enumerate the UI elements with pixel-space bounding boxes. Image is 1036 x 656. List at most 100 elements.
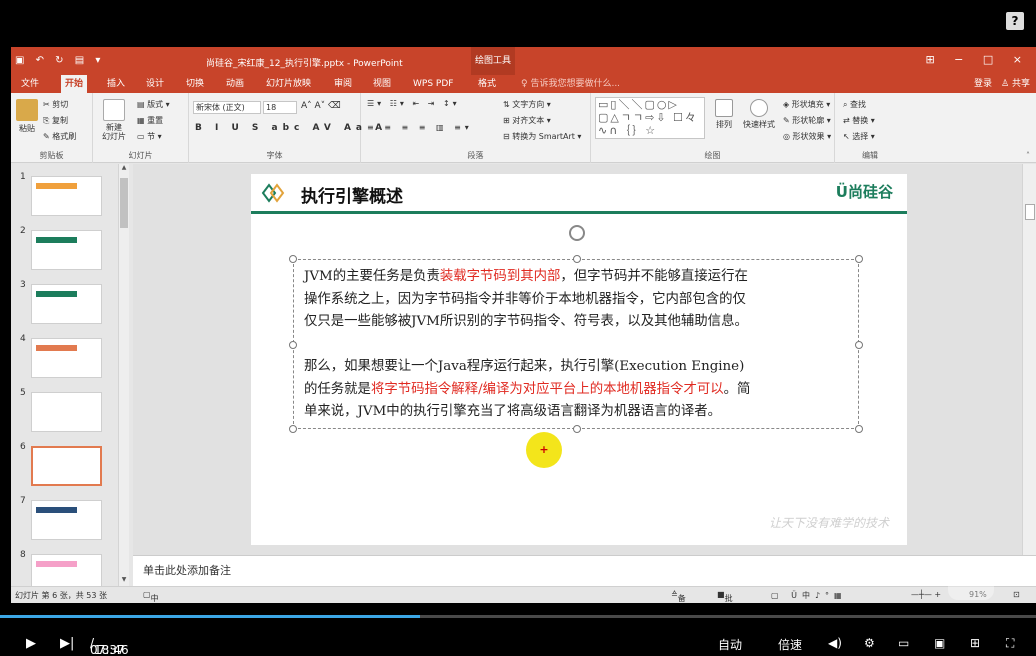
resize-handle-tl[interactable] (289, 255, 297, 263)
language-indicator[interactable]: ▢ 中文(中国) (143, 590, 159, 603)
tab-review[interactable]: 审阅 (330, 75, 356, 93)
section-button[interactable]: ▭ 节 ▾ (137, 131, 162, 142)
tab-format[interactable]: 格式 (474, 75, 500, 93)
fullscreen-icon[interactable]: ⛶ (1006, 636, 1014, 651)
widescreen-icon[interactable]: ⊞ (970, 636, 980, 650)
speed-button[interactable]: 倍速 (778, 636, 802, 653)
tab-design[interactable]: 设计 (142, 75, 168, 93)
share-button[interactable]: ♙ 共享 (1001, 79, 1030, 89)
tab-slideshow[interactable]: 幻灯片放映 (262, 75, 315, 93)
tab-home[interactable]: 开始 (61, 75, 88, 93)
quality-button[interactable]: 自动 (718, 636, 742, 653)
grow-shrink-font-buttons[interactable]: A˄ A˅ ⌫ (301, 101, 341, 111)
font-size-combo[interactable]: 18 (263, 101, 297, 114)
current-slide[interactable]: 执行引擎概述 Ü尚硅谷 JVM的主要任务是负责装载字节码到其内部，但字节码并不能… (251, 174, 907, 545)
window-controls[interactable]: ⊞ − □ × (925, 53, 1030, 66)
list-buttons[interactable]: ☰▾ ☷▾ ⇤ ⇥ ↕▾ (367, 99, 460, 108)
format-painter-button[interactable]: ✎ 格式刷 (43, 131, 76, 142)
find-button[interactable]: ⌕ 查找 (843, 99, 866, 110)
slide-thumbnail-2[interactable] (31, 230, 102, 270)
resize-handle-bl[interactable] (289, 425, 297, 433)
new-slide-icon (103, 99, 125, 121)
slide-thumbnail-1[interactable] (31, 176, 102, 216)
thumbnail-preview (36, 561, 78, 567)
thumbnail-scroll-thumb[interactable] (120, 178, 128, 228)
slide-thumbnail-5[interactable] (31, 392, 102, 432)
ribbon-tabs: 文件 开始 插入 设计 切换 动画 幻灯片放映 审阅 视图 WPS PDF 格式… (11, 75, 1036, 93)
font-style-buttons[interactable]: B I U S abc AV Aa A (195, 123, 387, 133)
danmaku-icon[interactable]: ▣ (934, 636, 945, 650)
help-icon[interactable]: ? (1006, 12, 1024, 30)
slide-thumbnail-3[interactable] (31, 284, 102, 324)
notes-toggle[interactable]: ≙ 备注 (671, 590, 686, 603)
arrange-button[interactable]: 排列 (709, 99, 739, 130)
tab-view[interactable]: 视图 (369, 75, 395, 93)
fit-slide-icon[interactable]: ⊡ (1013, 590, 1020, 599)
scroll-down-icon[interactable]: ▼ (119, 576, 129, 586)
zoom-slider[interactable]: —┼— + (911, 590, 941, 599)
paragraph-2-line-2: 的任务就是将字节码指令解释/编译为对应平台上的本地机器指令才可以。简 (304, 379, 860, 402)
slide.para2_line2-segment: 的任务就是 (304, 381, 371, 397)
shape-effects-button[interactable]: ◎ 形状效果 ▾ (783, 131, 831, 142)
quick-access-toolbar[interactable]: ▣ ↶ ↻ ▤ ▾ (15, 55, 104, 66)
reset-button[interactable]: ▦ 重置 (137, 115, 163, 126)
replace-button[interactable]: ⇄ 替换 ▾ (843, 115, 875, 126)
settings-gear-icon[interactable]: ⚙ (864, 636, 875, 650)
scroll-up-icon[interactable]: ▲ (119, 164, 129, 174)
paste-icon (16, 99, 38, 121)
paste-button[interactable]: 粘贴 (15, 99, 39, 134)
login-link[interactable]: 登录 (974, 79, 992, 89)
view-buttons[interactable]: ▢ Ü中♪°▦ (771, 590, 847, 601)
pip-icon[interactable]: ▭ (898, 636, 909, 650)
thumbnail-scrollbar[interactable]: ▲ ▼ (118, 164, 129, 586)
resize-handle-l[interactable] (289, 341, 297, 349)
slide-scroll-thumb[interactable] (1025, 204, 1035, 220)
volume-icon[interactable]: ◀) (828, 636, 842, 650)
play-icon[interactable]: ▶ (26, 636, 36, 651)
slide-thumbnail-4[interactable] (31, 338, 102, 378)
tab-wps-pdf[interactable]: WPS PDF (409, 75, 457, 93)
comments-toggle[interactable]: ■ 批注 (717, 590, 733, 603)
smartart-button[interactable]: ⊟ 转换为 SmartArt ▾ (503, 131, 581, 142)
resize-handle-br[interactable] (855, 425, 863, 433)
cut-button[interactable]: ✂ 剪切 (43, 99, 68, 110)
rotate-handle-icon[interactable] (569, 225, 585, 241)
resize-handle-b[interactable] (573, 425, 581, 433)
text-direction-button[interactable]: ⇅ 文字方向 ▾ (503, 99, 551, 110)
tab-animations[interactable]: 动画 (222, 75, 248, 93)
slide-number: 3 (20, 280, 26, 290)
alignment-buttons[interactable]: ≡ ≡ ≡ ≡ ▥ ≡▾ (367, 123, 473, 132)
content-text-box[interactable]: JVM的主要任务是负责装载字节码到其内部，但字节码并不能够直接运行在 操作系统之… (289, 255, 863, 433)
resize-handle-t[interactable] (573, 255, 581, 263)
shapes-gallery[interactable]: ▭▯＼＼▢○▷ ▢△ㄱㄱ⇨⇩ ☐々∿∩｛｝☆ (595, 97, 705, 139)
resize-handle-tr[interactable] (855, 255, 863, 263)
slide-thumbnail-7[interactable] (31, 500, 102, 540)
copy-button[interactable]: ⎘ 复制 (43, 115, 68, 126)
collapse-ribbon-icon[interactable]: ˄ (1026, 151, 1030, 160)
select-button[interactable]: ↖ 选择 ▾ (843, 131, 875, 142)
align-text-button[interactable]: ⊞ 对齐文本 ▾ (503, 115, 551, 126)
next-icon[interactable]: ▶| (60, 636, 74, 651)
title-bar: ▣ ↶ ↻ ▤ ▾ 尚硅谷_宋红康_12_执行引擎.pptx - PowerPo… (11, 47, 1036, 75)
tab-file[interactable]: 文件 (17, 75, 43, 93)
tell-me-search[interactable]: ♀ 告诉我您想要做什么... (521, 75, 620, 93)
shape-fill-button[interactable]: ◈ 形状填充 ▾ (783, 99, 830, 110)
font-name-combo[interactable]: 新宋体 (正文) (193, 101, 261, 114)
tab-transitions[interactable]: 切换 (182, 75, 208, 93)
resize-handle-r[interactable] (855, 341, 863, 349)
shape-outline-button[interactable]: ✎ 形状轮廓 ▾ (783, 115, 831, 126)
layout-button[interactable]: ▤ 版式 ▾ (137, 99, 170, 110)
notes-pane[interactable]: 单击此处添加备注 (133, 555, 1036, 586)
reset-label: 重置 (147, 116, 164, 125)
new-slide-button[interactable]: 新建 幻灯片 (97, 99, 131, 141)
brand-logo: Ü尚硅谷 (835, 183, 893, 201)
shape-fill-label: 形状填充 (791, 100, 824, 109)
tab-insert[interactable]: 插入 (103, 75, 129, 93)
slide-number: 5 (20, 388, 26, 398)
slide-scrollbar[interactable] (1022, 164, 1036, 555)
slide-thumbnail-6[interactable] (31, 446, 102, 486)
video-progress-bar[interactable] (0, 603, 1036, 629)
quick-styles-button[interactable]: 快速样式 (741, 99, 777, 130)
title-underline (251, 211, 907, 214)
slide.para2_line2-segment: 。简 (723, 381, 751, 397)
